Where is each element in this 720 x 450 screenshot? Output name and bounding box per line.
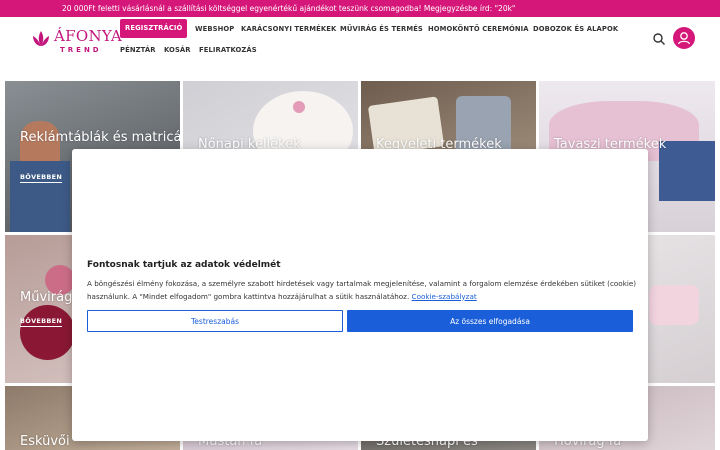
cookie-title: Fontosnak tartjuk az adatok védelmét bbox=[87, 260, 281, 270]
nav-artificial-flowers[interactable]: MŰVIRÁG ÉS TERMÉS bbox=[340, 25, 423, 33]
tile-label: Művirág bbox=[20, 290, 73, 305]
site-logo[interactable]: ÁFONYA TREND bbox=[30, 27, 122, 57]
search-icon[interactable] bbox=[652, 32, 666, 46]
user-icon bbox=[677, 32, 691, 45]
lotus-logo-icon bbox=[33, 31, 49, 46]
cookie-policy-link[interactable]: Cookie-szabályzat bbox=[412, 292, 477, 301]
promo-bar: 20 000Ft feletti vásárlásnál a szállítás… bbox=[0, 0, 720, 17]
nav-cart[interactable]: KOSÁR bbox=[164, 46, 191, 54]
logo-subtitle: TREND bbox=[60, 46, 102, 54]
nav-boxes[interactable]: DOBOZOK ÉS ALAPOK bbox=[533, 25, 618, 33]
nav-sand-ceremony[interactable]: HOMOKÖNTŐ CEREMÓNIA bbox=[428, 25, 529, 33]
nav-christmas[interactable]: KARÁCSONYI TERMÉKEK bbox=[241, 25, 336, 33]
tile-label: Reklámtáblák és matricák bbox=[20, 130, 180, 145]
cookie-consent-dialog: Fontosnak tartjuk az adatok védelmét A b… bbox=[72, 149, 648, 441]
nav-checkout[interactable]: PÉNZTÁR bbox=[120, 46, 156, 54]
tile-more-link[interactable]: BŐVEBBEN bbox=[20, 317, 63, 327]
accept-all-button[interactable]: Az összes elfogadása bbox=[347, 310, 633, 332]
site-header: ÁFONYA TREND REGISZTRÁCIÓ WEBSHOP KARÁCS… bbox=[0, 17, 720, 64]
nav-subscribe[interactable]: FELIRATKOZÁS bbox=[199, 46, 257, 54]
nav-webshop[interactable]: WEBSHOP bbox=[195, 25, 234, 33]
account-button[interactable] bbox=[673, 27, 695, 49]
cookie-description: A böngészési élmény fokozása, a személyr… bbox=[87, 278, 637, 303]
tile-more-link[interactable]: BŐVEBBEN bbox=[20, 173, 63, 183]
logo-name: ÁFONYA bbox=[54, 27, 123, 45]
nav-registration[interactable]: REGISZTRÁCIÓ bbox=[120, 19, 188, 38]
customize-button[interactable]: Testreszabás bbox=[87, 310, 343, 332]
cookie-text: A böngészési élmény fokozása, a személyr… bbox=[87, 279, 637, 301]
promo-text: 20 000Ft feletti vásárlásnál a szállítás… bbox=[62, 4, 516, 13]
tile-label: Esküvői bbox=[20, 434, 70, 449]
